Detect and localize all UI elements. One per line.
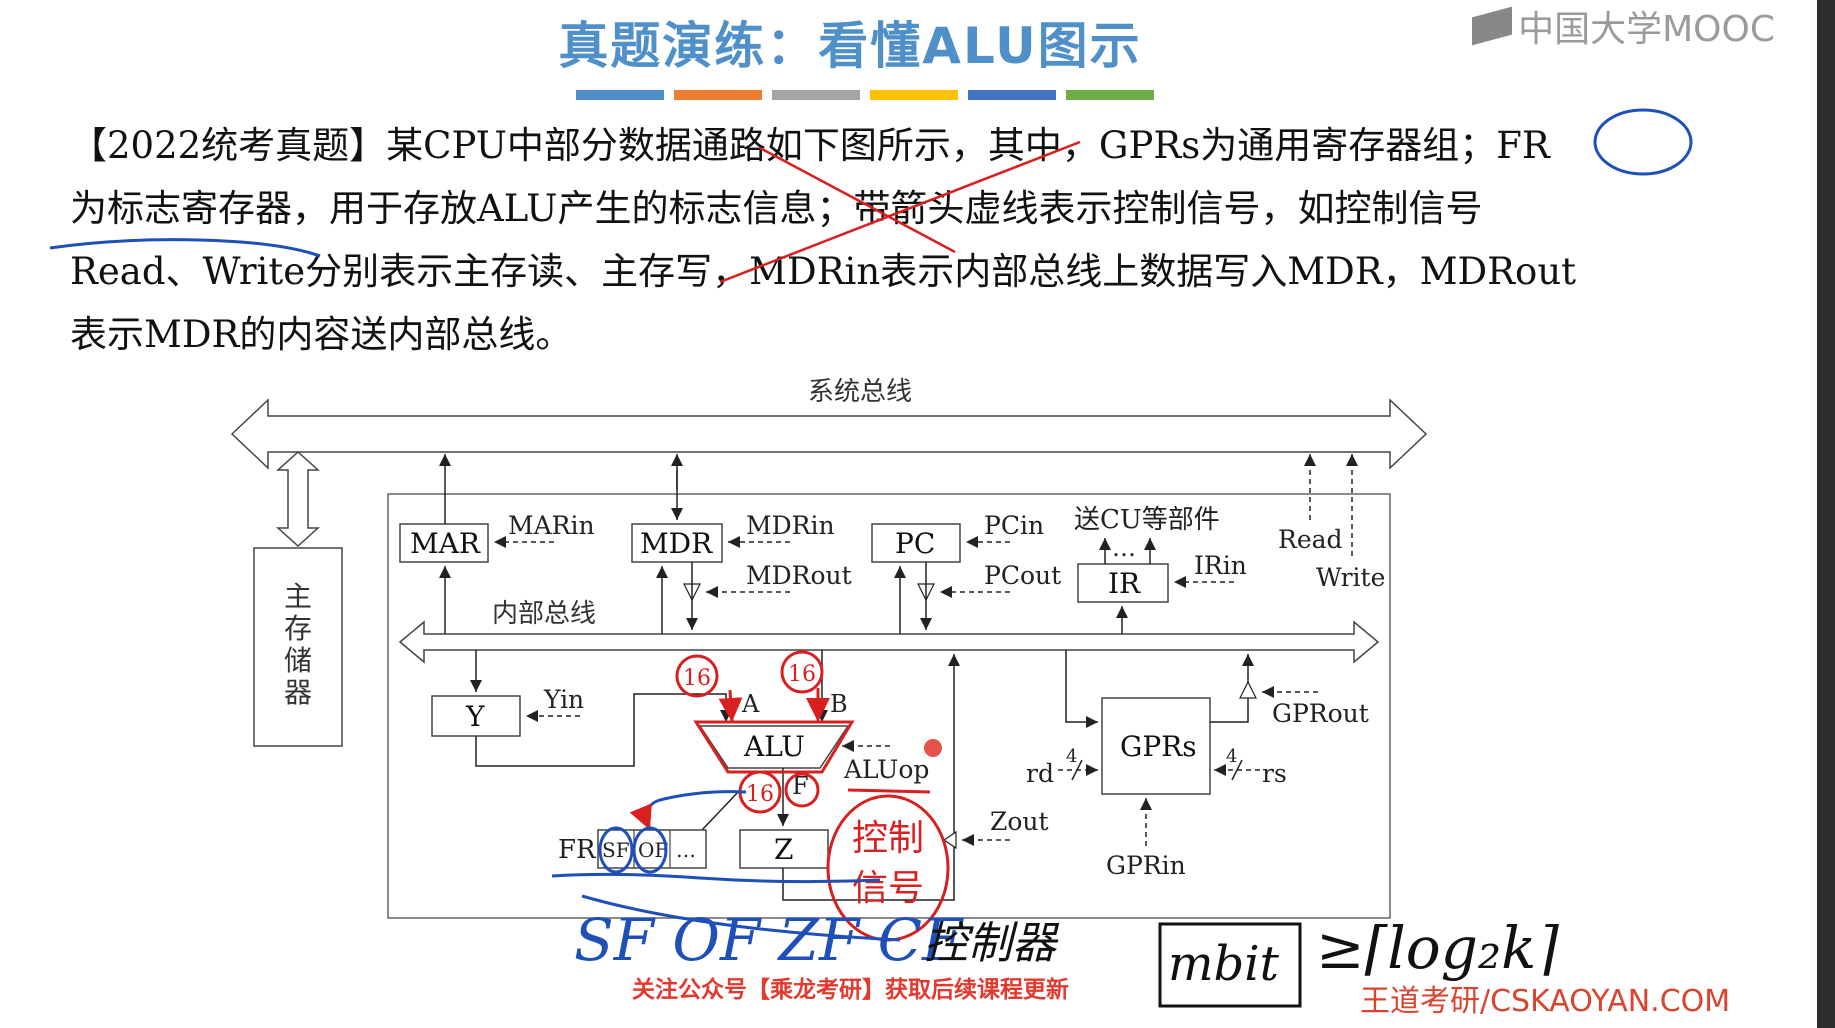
window-edge	[1817, 0, 1835, 1028]
system-bus-label: 系统总线	[808, 377, 912, 407]
mdrin-label: MDRin	[746, 511, 835, 540]
follow-notice: 关注公众号【乘龙考研】获取后续课程更新	[632, 977, 1069, 1003]
rs-width: 4	[1226, 746, 1237, 767]
pcout-label: PCout	[984, 561, 1061, 590]
gprout-gate	[1239, 680, 1257, 699]
cu-dots: …	[1112, 534, 1136, 562]
alu-port-f: F	[792, 772, 809, 800]
alu-port-a: A	[741, 690, 760, 718]
main-memory-char-1: 主	[284, 580, 312, 613]
pc-label: PC	[895, 527, 935, 560]
fr-bit-sf: SF	[602, 838, 630, 862]
intbus-to-gprs	[1065, 650, 1098, 728]
to-cu-label: 送CU等部件	[1074, 505, 1220, 535]
ir-label: IR	[1108, 567, 1141, 600]
zout-label: Zout	[990, 807, 1049, 836]
main-memory-char-3: 储	[284, 644, 312, 677]
aluop-label: ALUop	[843, 755, 929, 784]
z-label: Z	[774, 833, 793, 866]
y-label: Y	[465, 700, 485, 733]
rd-width: 4	[1066, 746, 1077, 767]
datapath-diagram: 系统总线 主 存 储 器 内部总线 MAR MARin MDR MDRin MD	[230, 377, 1428, 919]
zout-gate	[942, 830, 957, 850]
read-label: Read	[1278, 525, 1343, 554]
gprout-label: GPRout	[1272, 699, 1369, 728]
mdr-label: MDR	[640, 527, 713, 560]
irin-label: IRin	[1194, 551, 1247, 580]
slide: 真题演练：看懂ALU图示 中国大学MOOC 【2022统考真题】某CPU中部分数…	[0, 0, 1835, 1028]
write-label: Write	[1316, 563, 1385, 592]
fr-label: FR	[558, 835, 597, 865]
main-memory-char-2: 存	[284, 612, 312, 645]
gprin-label: GPRin	[1106, 851, 1186, 880]
gprs-to-intbus	[1210, 654, 1254, 723]
rs-label: rs	[1262, 759, 1287, 788]
main-memory-char-4: 器	[284, 676, 312, 709]
yin-label: Yin	[543, 685, 584, 714]
internal-bus-label: 内部总线	[492, 599, 596, 629]
rd-label: rd	[1026, 759, 1054, 788]
memory-bus-connector	[276, 450, 320, 548]
fr-bit-more: …	[676, 838, 696, 862]
system-bus	[230, 398, 1428, 470]
alu-label: ALU	[743, 730, 805, 763]
alu-port-b: B	[830, 690, 848, 718]
alu-to-fr	[701, 789, 741, 831]
marin-label: MARin	[508, 511, 595, 540]
mar-label: MAR	[410, 527, 481, 560]
mdrout-label: MDRout	[746, 561, 852, 590]
gprs-label: GPRs	[1120, 730, 1197, 763]
wangdao-brand: 王道考研/CSKAOYAN.COM	[1360, 984, 1731, 1019]
pcin-label: PCin	[984, 511, 1044, 540]
fr-bit-of: OF	[638, 838, 668, 862]
